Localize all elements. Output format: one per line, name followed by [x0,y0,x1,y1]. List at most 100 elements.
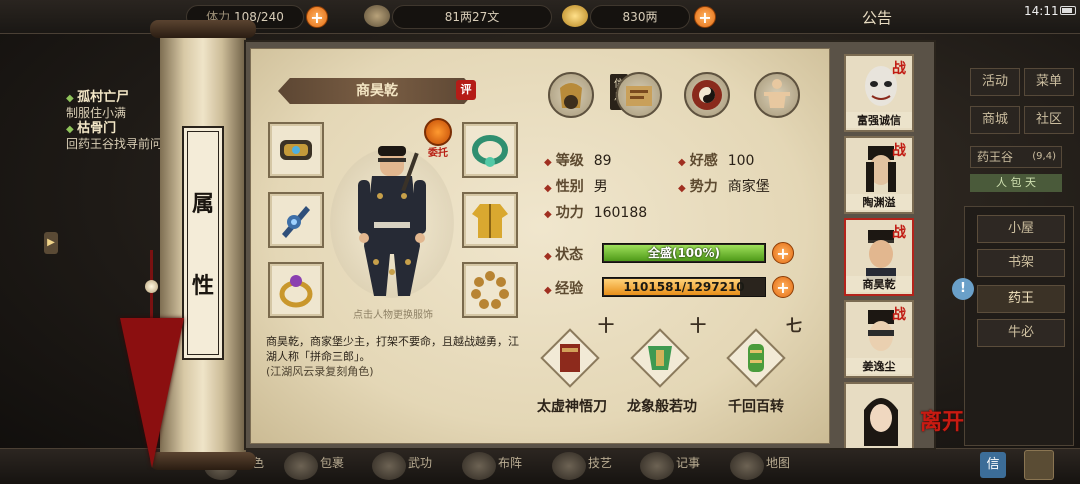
level-stat: ◆ 等级 89 [544,153,612,169]
inner-art-icon [630,328,690,388]
exp-label-text: 经验 [555,281,584,297]
equip-slot-ring[interactable] [268,262,324,318]
nav-map-icon[interactable] [730,452,764,480]
party-member[interactable]: 战 姜逸尘 [844,300,914,378]
battle-tag: 战 [892,225,906,241]
equip-slot-accessory[interactable] [462,262,518,318]
favor-stat: ◆ 好感 100 [678,153,755,169]
equip-slot-gloves[interactable] [268,122,324,178]
equip-slot-armor[interactable] [462,192,518,248]
sword-icon [282,206,310,238]
add-stamina-button[interactable]: + [306,6,328,28]
exp-text: 1101581/1297210 [623,280,745,294]
ring-icon [279,275,313,308]
place-list: 小屋 书架 药王 牛必 [964,206,1074,446]
restore-status-button[interactable]: + [772,242,794,264]
nav-craft-icon[interactable] [552,452,586,480]
gauntlet-icon [280,140,312,160]
party-member[interactable]: 战 陶渊溢 [844,136,914,214]
add-gold-button[interactable]: + [694,6,716,28]
location-name: 药王谷 [977,150,1014,164]
place-item[interactable]: 小屋 [977,215,1065,243]
necklace-icon [472,135,508,167]
bagua-tab[interactable] [684,72,730,118]
notice-button[interactable]: 公告 [862,7,892,28]
status-text: 全盛(100%) [647,246,721,260]
exp-bar: 1101581/1297210 [602,277,766,297]
gold-coin-icon [562,5,588,27]
battle-tag: 战 [892,143,906,159]
equip-slot-necklace[interactable] [462,122,518,178]
skill-slot[interactable] [630,328,690,388]
nav-martial[interactable]: 武功 [408,454,432,471]
nav-craft[interactable]: 技艺 [588,454,612,471]
faction-label: 势力 [689,179,718,195]
party-member[interactable]: 战 富强诚信 [844,54,914,132]
menu-button[interactable]: 菜单 [1024,68,1074,96]
favor-value: 100 [727,153,755,169]
meridian-tab[interactable] [754,72,800,118]
nav-formation[interactable]: 布阵 [498,454,522,471]
equip-slot-weapon[interactable] [268,192,324,248]
character-bio: 商昊乾，商家堡少主，打架不要命，且越战越勇，江湖人称「拼命三郎」。 (江湖风云录… [266,334,528,384]
party-member[interactable] [844,382,914,448]
expand-arrow-icon[interactable]: ▶ [44,232,58,254]
scroll-char: 属 [191,191,214,217]
place-item[interactable]: 药王 [977,285,1065,313]
leave-button[interactable]: 离开 [920,404,964,448]
bag-quick-icon[interactable] [1024,450,1054,480]
change-outfit-hint: 点击人物更换服饰 [353,310,433,321]
silver-ingot-icon [364,5,390,27]
place-item[interactable]: 牛必 [977,319,1065,347]
nav-journal[interactable]: 记事 [676,454,700,471]
nav-map[interactable]: 地图 [766,454,790,471]
nav-formation-icon[interactable] [462,452,496,480]
bio-note: (江湖风云录复刻角色) [266,365,374,378]
gender-label: 性别 [555,179,584,195]
nav-bag-icon[interactable] [284,452,318,480]
saber-manual-icon [540,328,600,388]
shop-button[interactable]: 商城 [970,106,1020,134]
party-member-name: 富强诚信 [846,112,912,128]
battle-tag: 战 [892,307,906,323]
money-display: 81两27文 [392,5,552,29]
clock: 14:11 [1024,4,1059,18]
bio-text: 商昊乾，商家堡少主，打架不要命，且越战越勇，江湖人称「拼命三郎」。 [266,335,519,363]
rate-button[interactable]: 评 [456,80,476,100]
hint-icon[interactable]: ! [952,278,974,300]
party-list: 战 富强诚信 战 陶渊溢 战 商昊乾 战 姜逸尘 [842,48,918,448]
skill-slot[interactable] [540,328,600,388]
power-value: 160188 [593,205,648,221]
community-button[interactable]: 社区 [1024,106,1074,134]
status-bar: 全盛(100%) [602,243,766,263]
party-member-name: 姜逸尘 [846,358,912,374]
body-meridian-icon [764,79,790,108]
skill-slot[interactable] [726,328,786,388]
skill-name: 龙象般若功 [627,399,697,415]
activity-button[interactable]: 活动 [970,68,1020,96]
book-scroll-icon [626,86,652,106]
location-coords: (9,4) [1032,151,1056,162]
add-exp-button[interactable]: + [772,276,794,298]
beads-icon [471,271,509,309]
gender-value: 男 [593,179,608,195]
character-name: 商昊乾 [356,83,398,99]
entrust-icon[interactable] [424,118,452,146]
nav-journal-icon[interactable] [640,452,674,480]
book-tab[interactable] [616,72,662,118]
power-label: 功力 [555,205,584,221]
gold-display: 830两 [590,5,690,29]
taiji-disc-icon [692,80,722,110]
nav-martial-icon[interactable] [372,452,406,480]
tassel [120,318,184,468]
place-item[interactable]: 书架 [977,249,1065,277]
character-figure[interactable] [350,146,434,302]
info-tab[interactable] [548,72,594,118]
message-button[interactable]: 信 [980,452,1006,478]
scene-tabs[interactable]: 人 包 天 [970,174,1062,192]
scroll-cap-top [150,20,256,38]
nav-bag[interactable]: 包裹 [320,454,344,471]
party-member-name: 商昊乾 [846,276,912,292]
faction-stat: ◆ 势力 商家堡 [678,179,770,195]
party-member-selected[interactable]: 战 商昊乾 [844,218,914,296]
